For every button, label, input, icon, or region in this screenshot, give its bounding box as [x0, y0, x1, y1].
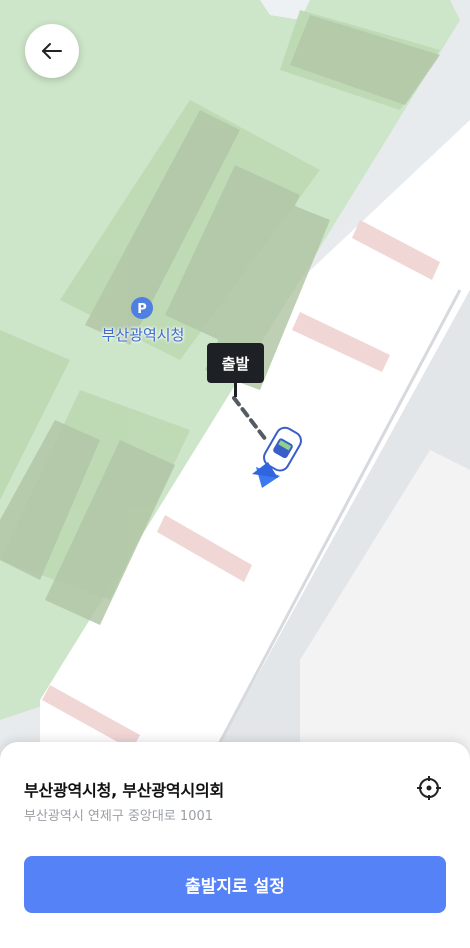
- locate-button[interactable]: [416, 775, 442, 801]
- crosshair-icon: [417, 776, 441, 800]
- location-sheet: 부산광역시청, 부산광역시의회 부산광역시 연제구 중앙대로 1001 출발지로…: [0, 742, 470, 948]
- departure-tag: 출발: [207, 343, 264, 383]
- arrow-left-icon: [42, 43, 62, 59]
- place-address: 부산광역시 연제구 중앙대로 1001: [24, 809, 214, 824]
- departure-tag-pointer: [234, 383, 237, 397]
- back-button[interactable]: [25, 24, 79, 78]
- svg-text:P: P: [137, 302, 147, 317]
- set-departure-button[interactable]: 출발지로 설정: [24, 856, 446, 913]
- place-name: 부산광역시청, 부산광역시의회: [24, 781, 225, 800]
- poi-label[interactable]: 부산광역시청: [88, 324, 198, 345]
